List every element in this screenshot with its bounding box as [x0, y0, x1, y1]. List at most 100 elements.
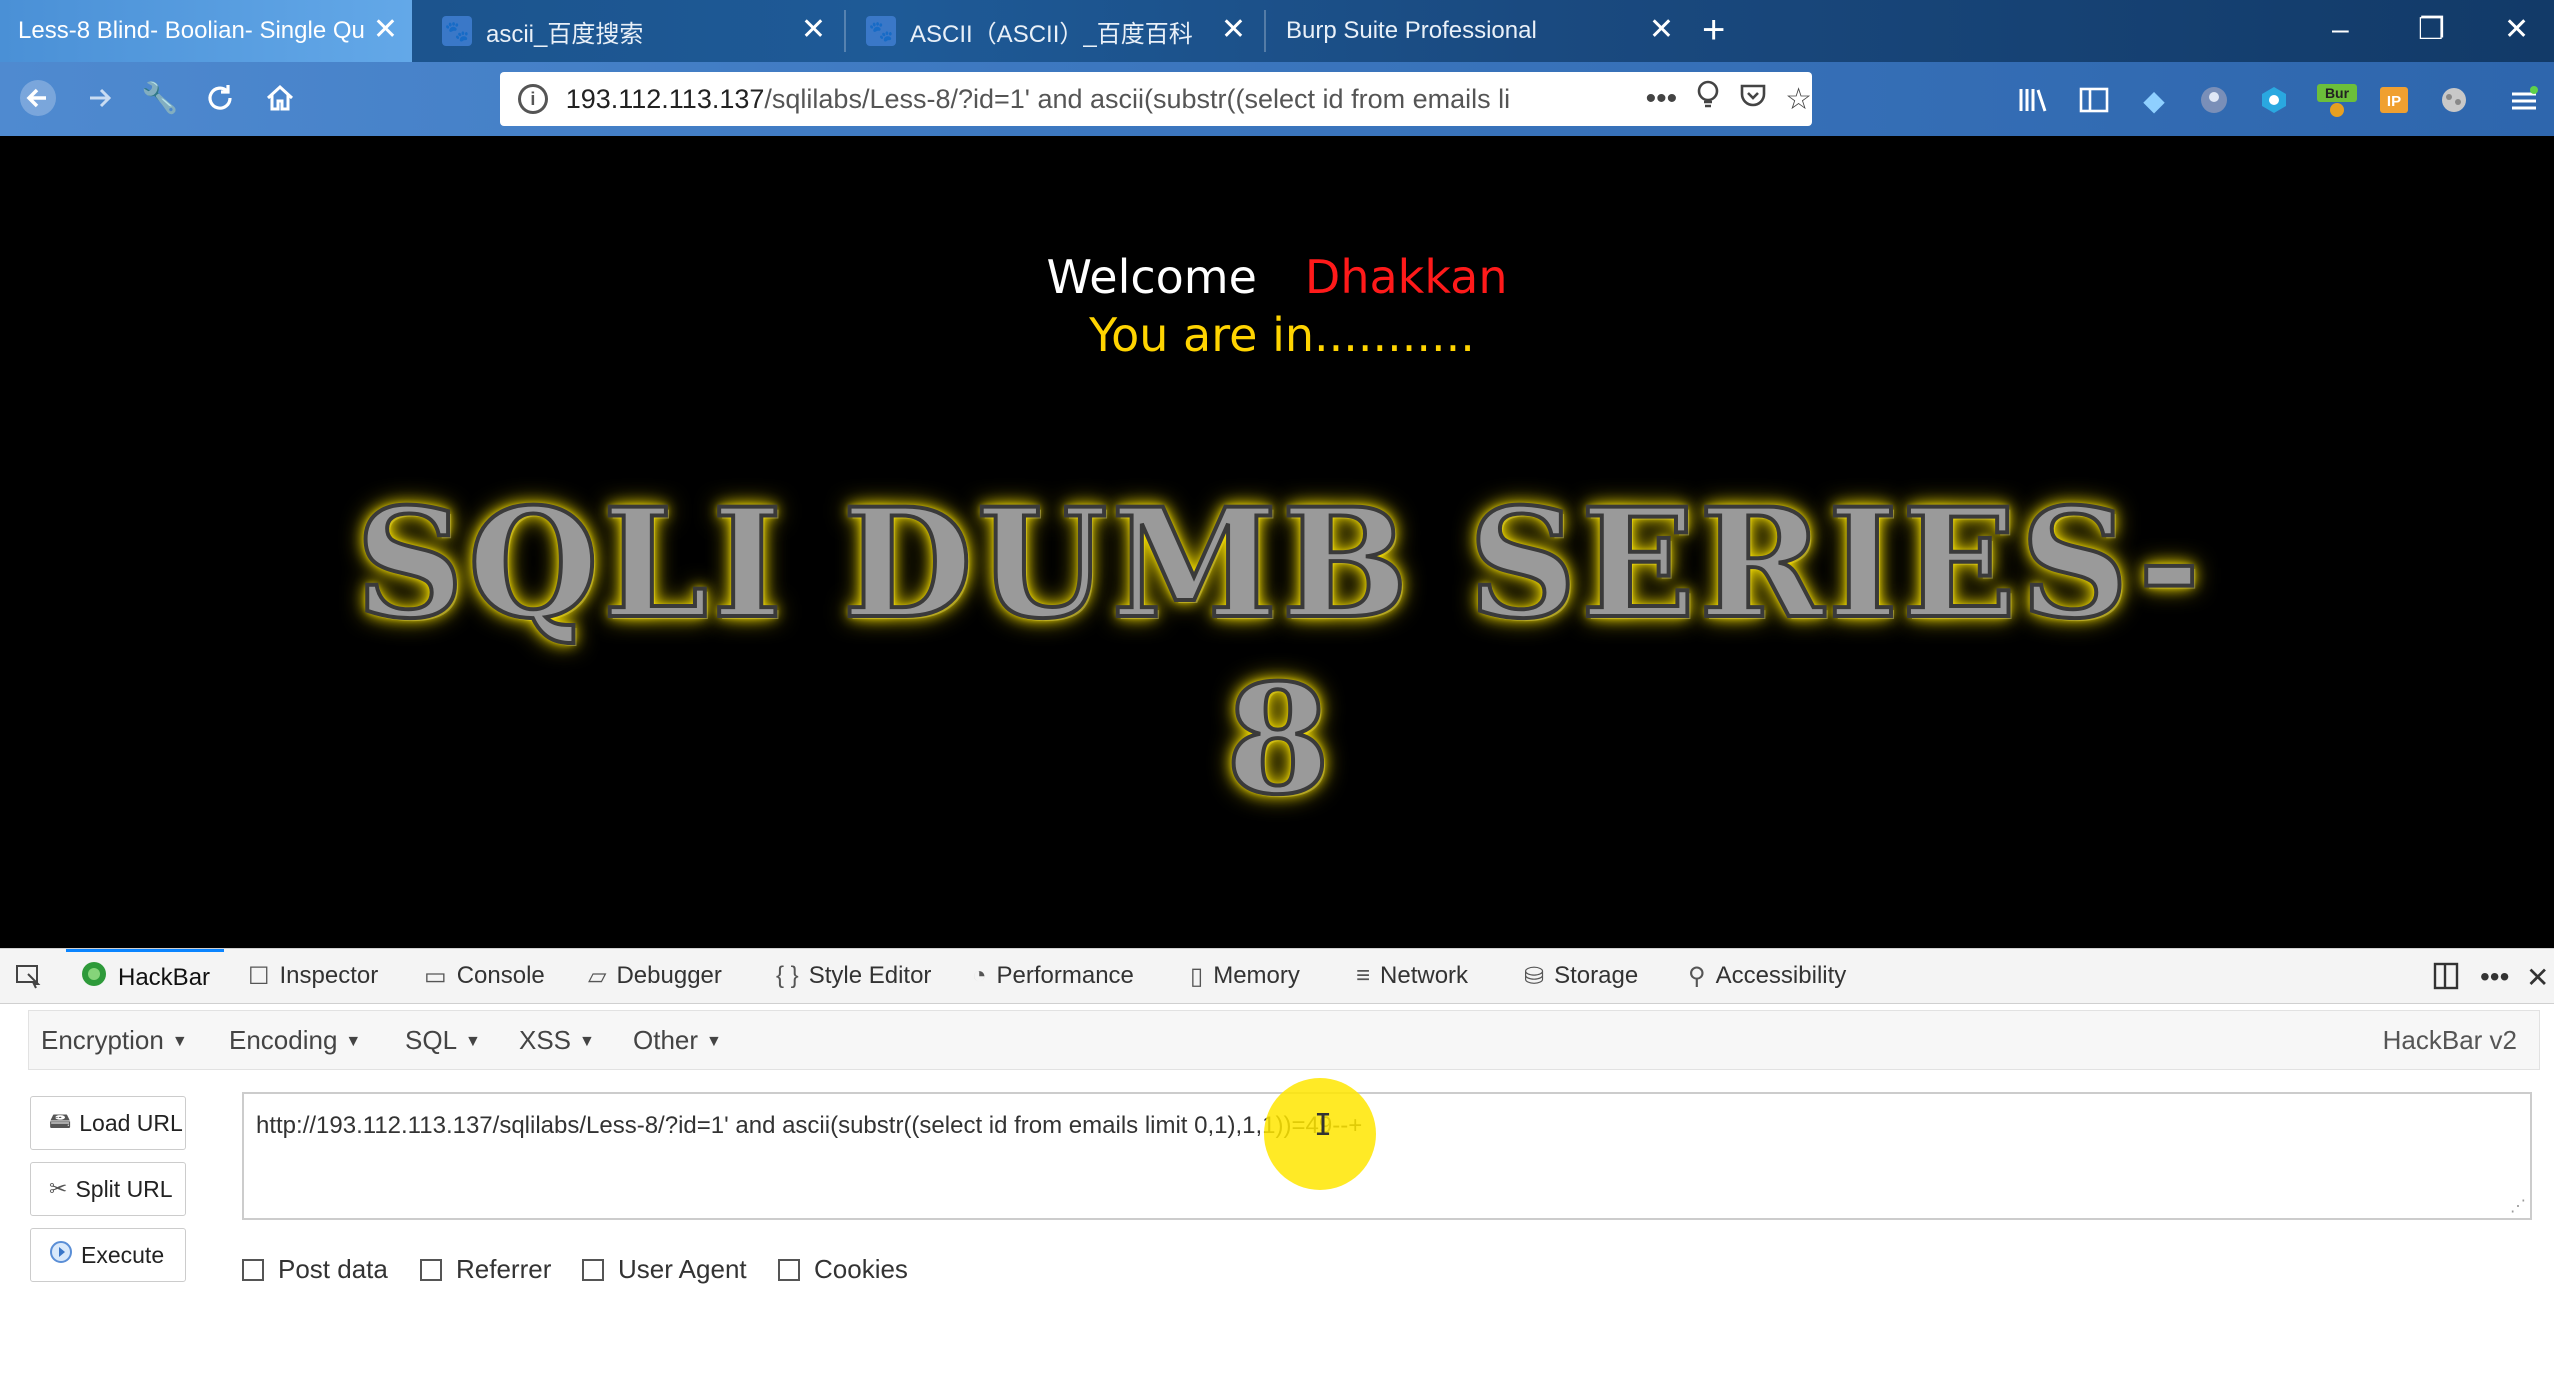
menu-label: SQL	[405, 1025, 458, 1055]
wrench-icon[interactable]: 🔧	[136, 74, 184, 122]
pocket-icon[interactable]	[1739, 81, 1767, 117]
forward-icon[interactable]	[76, 74, 124, 122]
tab-label: HackBar	[118, 963, 211, 991]
encoding-menu[interactable]: Encoding ▼	[229, 1025, 361, 1056]
home-icon[interactable]	[256, 74, 304, 122]
reload-icon[interactable]	[196, 74, 244, 122]
checkbox-box[interactable]	[420, 1258, 442, 1281]
checkbox-box[interactable]	[582, 1258, 604, 1281]
ip-icon[interactable]: IP	[2374, 82, 2414, 118]
performance-icon: ◔	[972, 962, 987, 989]
back-icon[interactable]	[14, 74, 62, 122]
option-label: User Agent	[618, 1254, 747, 1284]
tab-label: Network	[1380, 962, 1469, 989]
network-icon: ≡	[1356, 962, 1371, 989]
xss-menu[interactable]: XSS ▼	[519, 1025, 595, 1056]
cookies-checkbox[interactable]: Cookies	[778, 1254, 908, 1285]
tab-less8[interactable]: Less-8 Blind- Boolian- Single Qu ✕	[0, 0, 412, 62]
hackbar-url-textarea[interactable]: http://193.112.113.137/sqlilabs/Less-8/?…	[242, 1092, 2532, 1220]
tab-separator	[1264, 10, 1266, 52]
caret-down-icon: ▼	[465, 1033, 481, 1051]
close-devtools-icon[interactable]: ✕	[2526, 961, 2549, 994]
svg-text:IP: IP	[2387, 93, 2401, 110]
address-bar[interactable]: i 193.112.113.137/sqlilabs/Less-8/?id=1'…	[500, 72, 1812, 126]
option-label: Referrer	[456, 1254, 552, 1284]
tab-inspector[interactable]: ☐ Inspector	[248, 949, 378, 1003]
tab-accessibility[interactable]: ⚲ Accessibility	[1688, 949, 1846, 1003]
close-tab-icon[interactable]: ✕	[1649, 14, 1674, 46]
tab-memory[interactable]: ▯ Memory	[1190, 949, 1300, 1003]
inspector-icon: ☐	[248, 962, 270, 990]
user-agent-checkbox[interactable]: User Agent	[582, 1254, 747, 1285]
extension-diamond-icon[interactable]: ◆	[2134, 82, 2174, 118]
post-data-checkbox[interactable]: Post data	[242, 1254, 388, 1285]
checkbox-box[interactable]	[242, 1258, 264, 1281]
more-icon[interactable]: •••	[1646, 82, 1678, 116]
site-info-icon[interactable]: i	[518, 84, 548, 114]
tab-title: ascii_百度搜索	[486, 20, 644, 48]
load-url-button[interactable]: 🖴 Load URL	[30, 1096, 186, 1150]
minimize-button[interactable]: –	[2332, 8, 2349, 52]
url-text[interactable]: 193.112.113.137/sqlilabs/Less-8/?id=1' a…	[566, 84, 1628, 115]
svg-text:Bur: Bur	[2325, 85, 2350, 101]
console-icon: ▭	[424, 962, 447, 990]
dock-icon[interactable]	[2432, 961, 2460, 998]
sidebar-icon[interactable]	[2074, 82, 2114, 118]
menu-label: Other	[633, 1025, 699, 1055]
tab-network[interactable]: ≡ Network	[1356, 949, 1468, 1003]
url-value: http://193.112.113.137/sqlilabs/Less-8/?…	[256, 1112, 1363, 1139]
option-label: Post data	[278, 1254, 388, 1284]
tab-storage[interactable]: ⛁ Storage	[1524, 949, 1638, 1003]
menu-label: Encryption	[41, 1025, 164, 1055]
close-tab-icon[interactable]: ✕	[1221, 14, 1246, 46]
caret-down-icon: ▼	[171, 1033, 188, 1051]
caret-down-icon: ▼	[345, 1033, 362, 1051]
welcome-text: Welcome	[1046, 250, 1257, 304]
tab-hackbar[interactable]: HackBar	[66, 949, 225, 1003]
close-tab-icon[interactable]: ✕	[801, 14, 826, 46]
caret-down-icon: ▼	[579, 1033, 595, 1051]
lightbulb-icon[interactable]	[1695, 80, 1721, 118]
restore-button[interactable]: ❐	[2418, 8, 2445, 52]
tab-ascii-search[interactable]: 🐾 ascii_百度搜索 ✕	[424, 0, 840, 62]
tab-burp[interactable]: Burp Suite Professional ✕	[1268, 0, 1688, 62]
extension-puzzle-icon[interactable]	[2434, 82, 2474, 118]
tab-title: ASCII（ASCII）_百度百科	[910, 20, 1193, 48]
tab-label: Accessibility	[1715, 962, 1847, 989]
extension-profile-icon[interactable]	[2194, 82, 2234, 118]
tab-style-editor[interactable]: { } Style Editor	[776, 949, 931, 1003]
tab-title: Less-8 Blind- Boolian- Single Qu	[18, 17, 365, 44]
close-window-button[interactable]: ✕	[2504, 8, 2529, 52]
hackbar-icon	[80, 960, 108, 995]
library-icon[interactable]	[2014, 82, 2054, 118]
welcome-line: Welcome Dhakkan	[0, 250, 2554, 304]
caret-down-icon: ▼	[706, 1033, 722, 1051]
other-menu[interactable]: Other ▼	[633, 1025, 722, 1056]
menu-icon[interactable]	[2504, 82, 2544, 118]
split-url-button[interactable]: ✂ Split URL	[30, 1162, 186, 1216]
tab-ascii-baike[interactable]: 🐾 ASCII（ASCII）_百度百科 ✕	[848, 0, 1260, 62]
tab-performance[interactable]: ◔ Performance	[972, 949, 1134, 1003]
tab-console[interactable]: ▭ Console	[424, 949, 545, 1003]
close-tab-icon[interactable]: ✕	[373, 14, 398, 46]
element-picker-icon[interactable]	[14, 949, 42, 1003]
bookmark-star-icon[interactable]: ☆	[1785, 82, 1812, 117]
play-icon	[49, 1240, 73, 1270]
tab-label: Console	[456, 962, 545, 989]
resize-handle-icon[interactable]: ⋰	[2510, 1196, 2526, 1216]
referrer-checkbox[interactable]: Referrer	[420, 1254, 551, 1285]
accessibility-icon: ⚲	[1688, 962, 1706, 990]
checkbox-box[interactable]	[778, 1258, 800, 1281]
load-icon: 🖴	[49, 1108, 72, 1133]
new-tab-button[interactable]: +	[1702, 8, 1725, 52]
menu-label: Encoding	[229, 1025, 338, 1055]
burp-proxy-icon[interactable]: Bur	[2314, 82, 2360, 118]
execute-button[interactable]: Execute	[30, 1228, 186, 1282]
extension-hex-icon[interactable]	[2254, 82, 2294, 118]
baidu-icon: 🐾	[442, 16, 472, 46]
more-options-icon[interactable]: •••	[2480, 961, 2509, 993]
tab-debugger[interactable]: ▱ Debugger	[588, 949, 722, 1003]
encryption-menu[interactable]: Encryption ▼	[41, 1025, 188, 1056]
sql-menu[interactable]: SQL ▼	[405, 1025, 481, 1056]
tab-label: Performance	[996, 962, 1134, 989]
